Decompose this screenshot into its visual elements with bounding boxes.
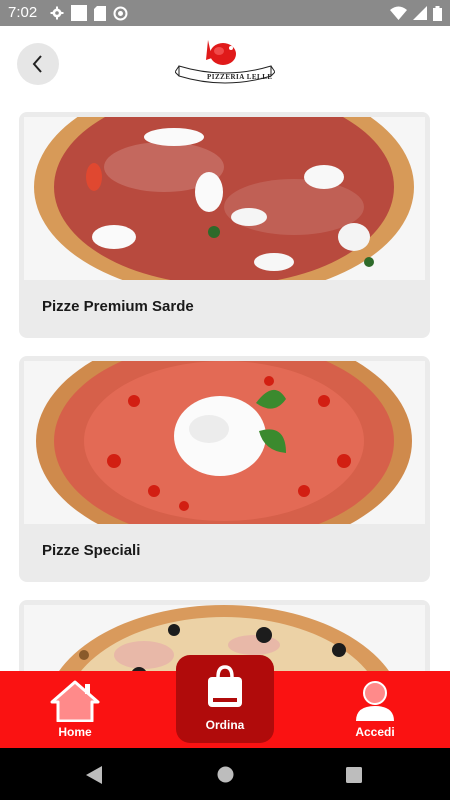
battery-icon	[433, 5, 442, 21]
square-icon	[71, 5, 87, 21]
status-right-icons	[390, 5, 442, 21]
nav-login-label: Accedi	[355, 725, 395, 739]
user-icon	[356, 681, 394, 721]
system-nav-bar	[0, 748, 450, 800]
nav-home-label: Home	[58, 725, 92, 739]
back-button[interactable]	[17, 43, 59, 85]
shopping-bag-icon	[208, 665, 242, 707]
circle-slash-icon	[113, 6, 128, 20]
category-label: Pizze Premium Sarde	[42, 298, 194, 315]
recents-square-icon[interactable]	[346, 767, 362, 783]
category-label: Pizze Speciali	[42, 542, 141, 559]
category-list[interactable]: Pizze Premium Sarde Pizze Speciali	[0, 104, 450, 671]
nav-home[interactable]: Home	[20, 671, 130, 748]
pizza-image	[24, 117, 425, 280]
wifi-icon	[390, 6, 407, 20]
back-triangle-icon[interactable]	[86, 766, 102, 784]
chevron-left-icon	[32, 55, 42, 73]
category-card-speciali[interactable]: Pizze Speciali	[19, 356, 430, 582]
nav-login[interactable]: Accedi	[320, 671, 430, 748]
pizzeria-logo: PIZZERIA LELLE	[175, 40, 275, 84]
home-circle-icon[interactable]	[217, 766, 234, 783]
nav-order-button[interactable]: Ordina	[176, 655, 274, 743]
gear-icon	[50, 6, 64, 20]
app-header: PIZZERIA LELLE	[0, 26, 450, 104]
logo-text: PIZZERIA LELLE	[207, 73, 273, 81]
category-card-premium-sarde[interactable]: Pizze Premium Sarde	[19, 112, 430, 338]
signal-icon	[413, 6, 427, 20]
pizza-image	[24, 361, 425, 524]
status-time: 7:02	[8, 4, 38, 21]
status-icons	[50, 5, 128, 21]
nav-order-label: Ordina	[205, 718, 245, 732]
sdcard-icon	[94, 5, 106, 21]
home-icon	[50, 680, 100, 722]
status-bar: 7:02	[0, 0, 450, 26]
